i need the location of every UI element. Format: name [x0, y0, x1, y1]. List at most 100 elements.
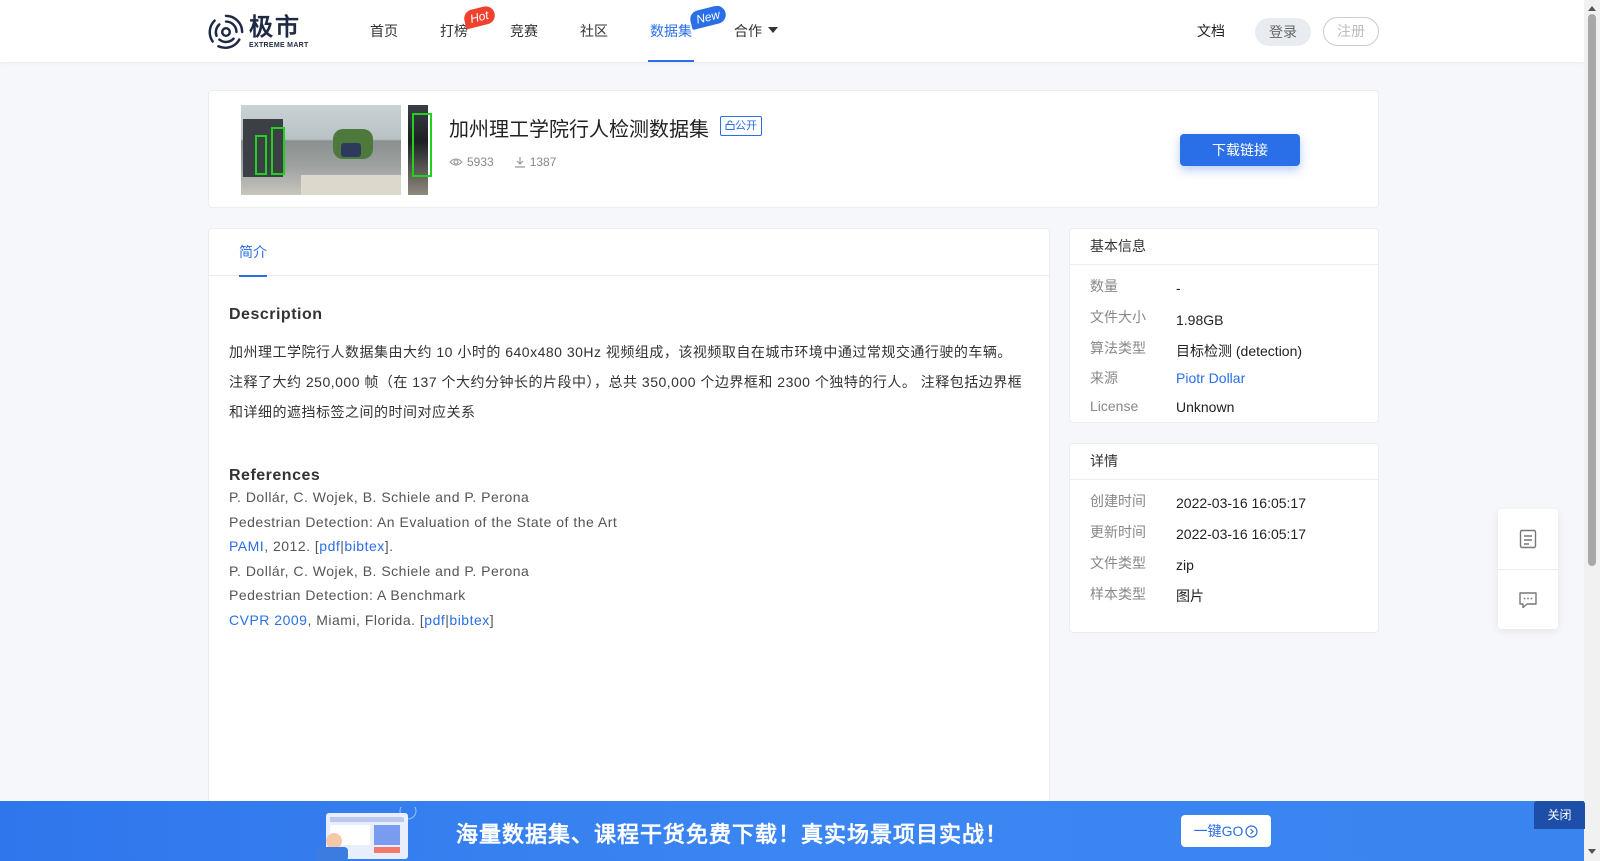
register-button[interactable]: 注册: [1323, 17, 1379, 46]
scroll-thumb[interactable]: [1588, 14, 1596, 566]
detail-row: 创建时间 2022-03-16 16:05:17: [1090, 486, 1358, 517]
nav-leaderboard[interactable]: 打榜 Hot: [438, 0, 497, 62]
ref2-pdf-link[interactable]: pdf: [424, 612, 445, 628]
ref2-title: Pedestrian Detection: A Benchmark: [229, 587, 466, 603]
lock-open-icon: [725, 120, 735, 130]
downloads-stat: 1387: [514, 155, 557, 169]
detail-row: 文件类型 zip: [1090, 548, 1358, 579]
nav-cooperation[interactable]: 合作: [732, 0, 780, 62]
banner-go-label: 一键GO: [1193, 823, 1244, 839]
nav-home-label: 首页: [370, 23, 398, 39]
detail-row: 更新时间 2022-03-16 16:05:17: [1090, 517, 1358, 548]
page-scrollbar[interactable]: [1584, 0, 1600, 861]
ref2-place: , Miami, Florida. [: [307, 611, 425, 628]
feedback-button[interactable]: [1498, 569, 1558, 629]
visibility-tag: 公开: [720, 116, 762, 136]
ref2-bibtex-link[interactable]: bibtex: [449, 612, 489, 628]
downloads-count: 1387: [529, 155, 557, 169]
ref1-year: , 2012. [: [264, 538, 320, 554]
info-row: 来源 Piotr Dollar: [1090, 364, 1358, 392]
logo-icon: [208, 14, 244, 49]
basic-info-panel: 基本信息 数量 - 文件大小 1.98GB 算法类型 目标检测 (detection)…: [1069, 228, 1379, 423]
info-row: 文件大小 1.98GB: [1090, 302, 1358, 333]
views-stat: 5933: [449, 155, 494, 169]
ref1-source: PAMI, 2012. [pdf|bibtex].: [229, 534, 1029, 559]
info-value: 目标检测 (detection): [1176, 343, 1303, 359]
login-button[interactable]: 登录: [1255, 18, 1311, 46]
dataset-cover-image-2: [406, 105, 432, 195]
nav-community[interactable]: 社区: [578, 0, 610, 62]
views-count: 5933: [467, 155, 494, 169]
info-key: 来源: [1090, 370, 1118, 386]
basic-info-title: 基本信息: [1070, 229, 1378, 265]
detail-key: 文件类型: [1090, 555, 1146, 571]
ref2-source: CVPR 2009, Miami, Florida. [pdf|bibtex]: [229, 608, 1029, 633]
scroll-up-arrow-icon[interactable]: [1588, 6, 1596, 11]
references-heading: References: [229, 467, 321, 484]
dataset-header-card: 加州理工学院行人检测数据集 公开 5933 1387 下载链接: [208, 90, 1379, 208]
ref1-authors: P. Dollár, C. Wojek, B. Schiele and P. P…: [229, 489, 530, 505]
caret-down-icon: [768, 27, 778, 34]
scroll-down-arrow-icon[interactable]: [1588, 849, 1596, 854]
ref1-bibtex-link[interactable]: bibtex: [344, 538, 384, 554]
eye-icon: [449, 158, 463, 166]
nav-cooperation-label: 合作: [734, 23, 762, 39]
dataset-stats: 5933 1387: [449, 155, 576, 169]
new-badge: New: [688, 3, 728, 31]
hot-badge: Hot: [462, 4, 497, 30]
detail-key: 创建时间: [1090, 493, 1146, 509]
download-link-button[interactable]: 下载链接: [1180, 134, 1300, 166]
dataset-cover-image: [241, 105, 401, 195]
detail-value: 2022-03-16 16:05:17: [1176, 526, 1306, 542]
site-logo[interactable]: 极市 EXTREME MART: [207, 13, 309, 51]
nav-datasets-label: 数据集: [650, 23, 692, 39]
ref2-authors: P. Dollár, C. Wojek, B. Schiele and P. P…: [229, 562, 530, 579]
detail-value: zip: [1176, 557, 1194, 573]
info-value: Unknown: [1176, 399, 1235, 415]
ref2-venue-link[interactable]: CVPR 2009: [229, 612, 307, 628]
nav-home[interactable]: 首页: [368, 0, 400, 62]
info-key: License: [1090, 398, 1139, 414]
detail-key: 更新时间: [1090, 524, 1146, 540]
source-link[interactable]: Piotr Dollar: [1176, 364, 1245, 392]
detail-key: 样本类型: [1090, 586, 1146, 602]
promo-banner: 海量数据集、课程干货免费下载！真实场景项目实战！ 一键GO: [0, 801, 1584, 861]
nav-community-label: 社区: [580, 23, 608, 39]
nav-competition-label: 竞赛: [510, 23, 538, 39]
description-heading: Description: [229, 306, 323, 323]
logo-text-en: EXTREME MART: [249, 41, 309, 49]
top-header: 极市 EXTREME MART 首页 打榜 Hot 竞赛 社区 数据集 New 合作…: [0, 0, 1584, 62]
ref1-venue-link[interactable]: PAMI: [229, 538, 264, 554]
info-key: 文件大小: [1090, 309, 1146, 325]
nav-competition[interactable]: 竞赛: [508, 0, 540, 62]
info-row: License Unknown: [1090, 392, 1358, 420]
details-title: 详情: [1070, 444, 1378, 480]
ref1-pdf-link[interactable]: pdf: [319, 538, 340, 554]
info-key: 算法类型: [1090, 340, 1146, 356]
description-text: 加州理工学院行人数据集由大约 10 小时的 640x480 30Hz 视频组成，…: [229, 344, 1023, 420]
dataset-title: 加州理工学院行人检测数据集: [449, 119, 709, 141]
dataset-detail-panel: 简介 Description 加州理工学院行人数据集由大约 10 小时的 640…: [208, 228, 1050, 861]
detail-row: 样本类型 图片: [1090, 579, 1358, 610]
tab-bar: 简介: [209, 229, 1049, 277]
info-row: 数量 -: [1090, 271, 1358, 302]
note-button[interactable]: [1498, 509, 1558, 569]
info-value: -: [1176, 280, 1181, 296]
arrow-right-circle-icon: [1245, 825, 1258, 838]
main-nav: 首页 打榜 Hot 竞赛 社区 数据集 New 合作: [368, 0, 818, 62]
visibility-label: 公开: [735, 120, 757, 132]
nav-datasets[interactable]: 数据集 New: [648, 0, 728, 62]
ref1-title: Pedestrian Detection: An Evaluation of t…: [229, 513, 618, 530]
detail-value: 图片: [1176, 588, 1204, 604]
detail-value: 2022-03-16 16:05:17: [1176, 495, 1306, 511]
banner-text: 海量数据集、课程干货免费下载！真实场景项目实战！: [456, 822, 1009, 847]
info-key: 数量: [1090, 278, 1118, 294]
tab-intro[interactable]: 简介: [239, 229, 267, 277]
banner-go-button[interactable]: 一键GO: [1181, 815, 1271, 847]
info-value: 1.98GB: [1176, 312, 1224, 328]
promo-illustration: [316, 807, 417, 861]
banner-close-button[interactable]: 关闭: [1534, 801, 1585, 829]
document-icon: [1519, 529, 1537, 549]
docs-link[interactable]: 文档: [1197, 0, 1225, 62]
ref1-end: ].: [384, 538, 394, 554]
